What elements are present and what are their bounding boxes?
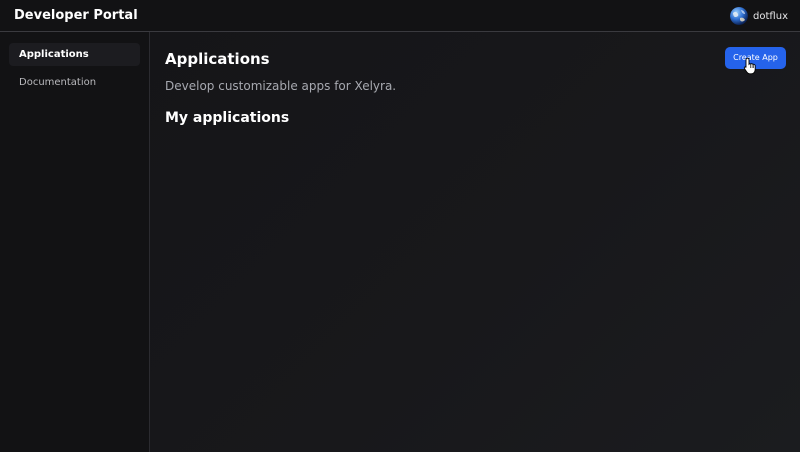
main-content: Applications Develop customizable apps f…	[150, 32, 800, 452]
sidebar: Applications Documentation	[0, 32, 150, 452]
sidebar-item-applications[interactable]: Applications	[9, 43, 140, 66]
user-menu[interactable]: dotflux	[730, 7, 788, 25]
username[interactable]: dotflux	[753, 11, 788, 22]
globe-avatar-icon[interactable]	[730, 7, 749, 25]
developer-portal-app: Developer Portal dotflux Applications Do…	[0, 0, 800, 452]
top-bar: Developer Portal dotflux	[0, 0, 800, 32]
app-title: Developer Portal	[14, 8, 138, 23]
hand-pointer-cursor-icon	[743, 57, 756, 75]
page-title: Applications	[165, 50, 270, 68]
page-subtitle: Develop customizable apps for Xelyra.	[165, 79, 397, 93]
sidebar-item-documentation[interactable]: Documentation	[9, 71, 140, 94]
my-applications-heading: My applications	[165, 110, 290, 126]
